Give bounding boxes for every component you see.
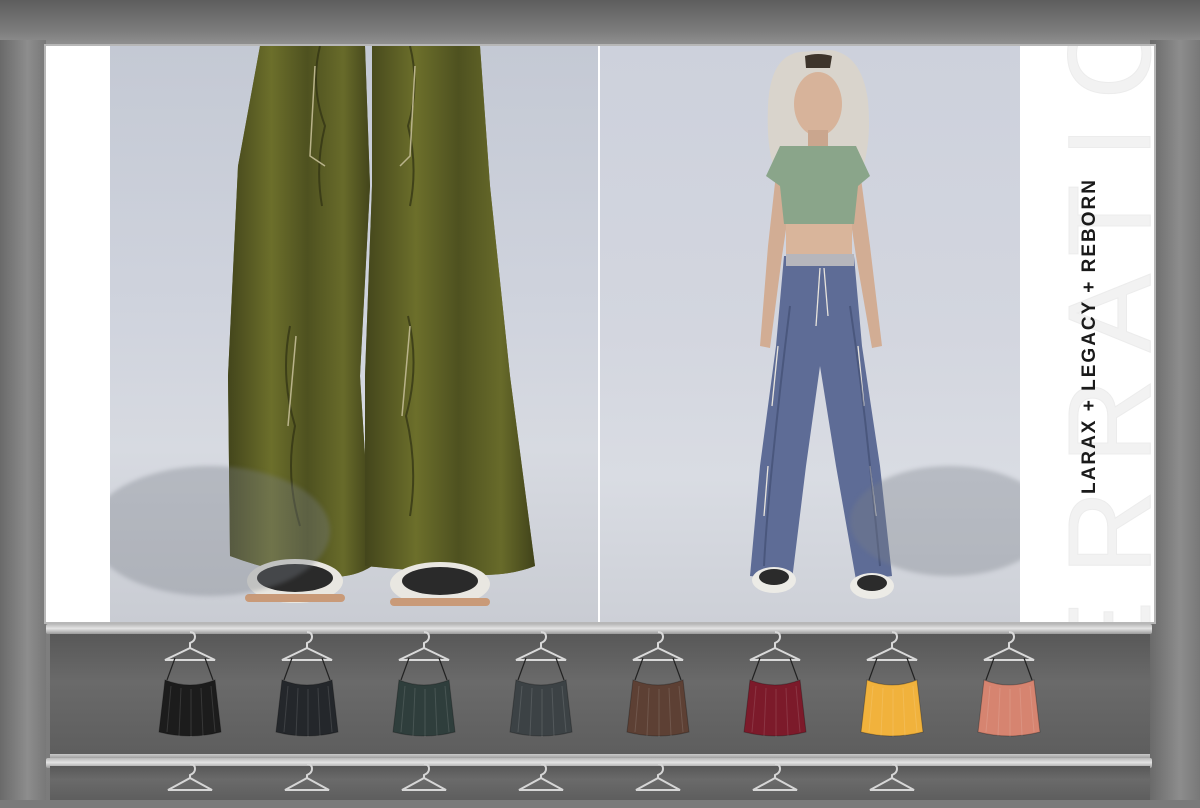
frame-top: [0, 0, 1200, 46]
model-full-panel: [600, 46, 1020, 622]
hanger-icon: [866, 631, 918, 661]
hanger-icon: [515, 631, 567, 661]
hanger-icon: [394, 760, 454, 804]
product-swatch-1[interactable]: [145, 628, 235, 748]
compatibility-label: LARAX + LEGACY + REBORN: [1079, 178, 1100, 494]
hanger-icon: [632, 631, 684, 661]
hanger-icon: [628, 760, 688, 804]
hanger-icon: [398, 631, 450, 661]
product-swatch-6[interactable]: [730, 628, 820, 748]
product-poster[interactable]: ERRATIC LARAX + LEGACY + REBORN: [44, 44, 1156, 624]
hanger-icon: [160, 760, 220, 804]
hanger-icon: [281, 631, 333, 661]
hanger-icon: [749, 631, 801, 661]
product-swatch-2[interactable]: [262, 628, 352, 748]
frame-left: [0, 40, 46, 800]
hanger-icon: [862, 760, 922, 804]
product-swatch-3[interactable]: [379, 628, 469, 748]
hanger-icon: [983, 631, 1035, 661]
hanger-icon: [745, 760, 805, 804]
product-swatch-7[interactable]: [847, 628, 937, 748]
product-swatch-4[interactable]: [496, 628, 586, 748]
pants-closeup-panel: [110, 46, 598, 622]
product-swatch-5[interactable]: [613, 628, 703, 748]
hanger-icon: [277, 760, 337, 804]
product-swatch-8[interactable]: [964, 628, 1054, 748]
hanger-icon: [511, 760, 571, 804]
brand-strip: ERRATIC LARAX + LEGACY + REBORN: [1020, 46, 1154, 622]
frame-right: [1150, 40, 1200, 800]
hanger-icon: [164, 631, 216, 661]
